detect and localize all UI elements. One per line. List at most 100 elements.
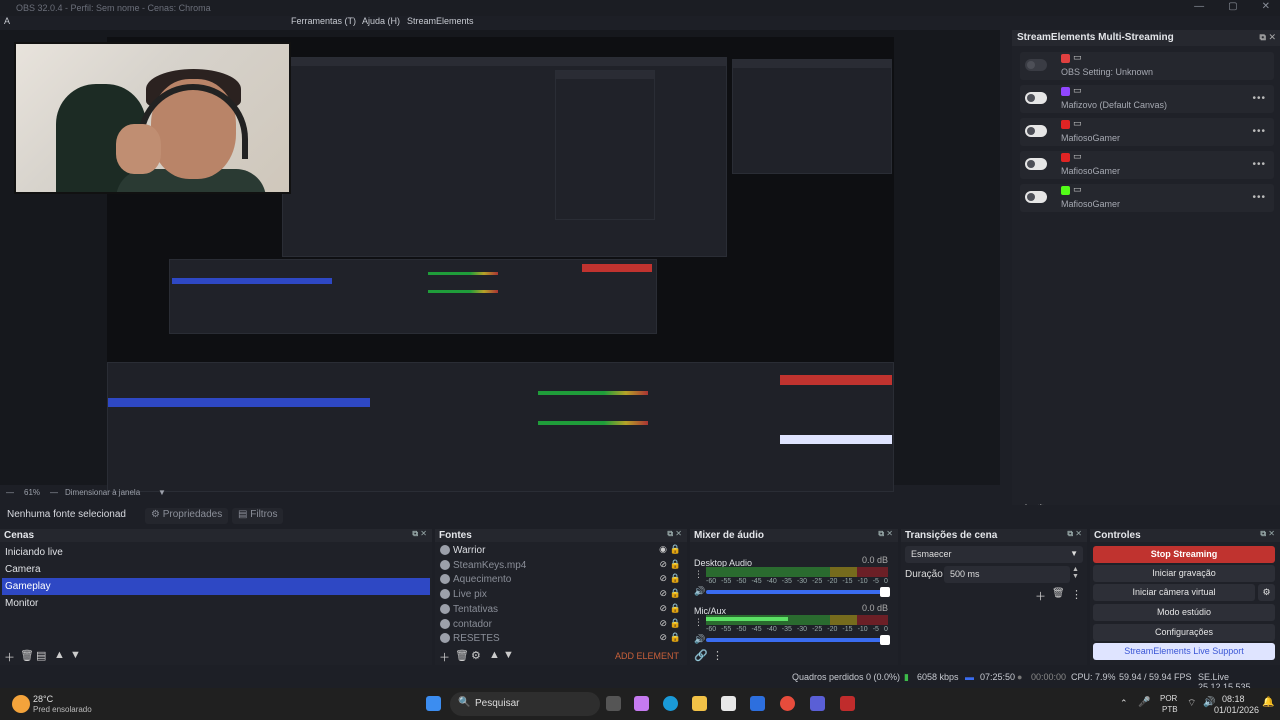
source-item[interactable]: contador ⊘ 🔒	[437, 618, 685, 632]
volume-slider[interactable]	[706, 587, 890, 597]
lock-icon[interactable]: 🔒	[670, 603, 681, 614]
add-scene-icon[interactable]: ＋	[4, 649, 15, 665]
volume-slider[interactable]	[706, 635, 890, 645]
more-options-icon[interactable]: •••	[1252, 93, 1266, 104]
menu-streamelements[interactable]: StreamElements	[407, 16, 474, 26]
zoom-minus-icon[interactable]: —	[6, 488, 14, 497]
source-item[interactable]: Aquecimento ⊘ 🔒	[437, 573, 685, 587]
more-options-icon[interactable]: •••	[1252, 126, 1266, 137]
eye-slash-icon[interactable]: ⊘	[659, 559, 667, 570]
file-explorer-icon[interactable]	[692, 696, 707, 711]
more-options-icon[interactable]: •••	[1252, 192, 1266, 203]
channel-menu-icon[interactable]: ⋮	[694, 569, 703, 580]
mic-icon[interactable]: 🎤	[1138, 697, 1150, 708]
scene-item[interactable]: Gameplay	[2, 578, 430, 595]
duration-input[interactable]: 500 ms	[944, 566, 1070, 583]
transition-select[interactable]: Esmaecer ▼	[905, 546, 1083, 563]
move-down-icon[interactable]: ▼	[70, 649, 81, 661]
mixer-link-icon[interactable]: 🔗	[694, 649, 708, 662]
source-settings-icon[interactable]: ⚙	[471, 649, 481, 662]
stream-toggle[interactable]	[1025, 59, 1047, 71]
add-element-button[interactable]: ADD ELEMENT	[615, 651, 679, 661]
clock-date[interactable]: 01/01/2026	[1214, 705, 1259, 715]
scene-item[interactable]: Camera	[2, 561, 430, 578]
stream-toggle[interactable]	[1025, 125, 1047, 137]
taskbar-search[interactable]: 🔍 Pesquisar	[450, 692, 600, 716]
scene-filters-icon[interactable]: ▤	[36, 649, 46, 662]
menu-help[interactable]: Ajuda (H)	[362, 16, 400, 26]
lock-icon[interactable]: 🔒	[670, 632, 681, 643]
add-source-icon[interactable]: ＋	[439, 649, 450, 665]
menu-a[interactable]: A	[4, 16, 10, 26]
move-down-icon[interactable]: ▼	[503, 649, 514, 661]
stream-toggle[interactable]	[1025, 191, 1047, 203]
more-options-icon[interactable]: •••	[1252, 159, 1266, 170]
copilot-icon[interactable]	[634, 696, 649, 711]
clock-time[interactable]: 08:18	[1222, 694, 1245, 704]
eye-slash-icon[interactable]: ⊘	[659, 573, 667, 584]
eye-slash-icon[interactable]: ⊘	[659, 618, 667, 629]
weather-icon[interactable]	[12, 695, 30, 713]
obs-icon[interactable]	[840, 696, 855, 711]
live-support-button[interactable]: StreamElements Live Support	[1093, 643, 1275, 660]
scene-item[interactable]: Iniciando live	[2, 544, 430, 561]
mail-icon[interactable]	[750, 696, 765, 711]
studio-mode-button[interactable]: Modo estúdio	[1093, 604, 1275, 621]
speaker-icon[interactable]: 🔊	[694, 586, 705, 597]
remove-scene-icon[interactable]: 🗑	[20, 649, 34, 662]
multistream-item[interactable]: ▭ MafiosoGamer •••	[1020, 151, 1274, 179]
multistream-item[interactable]: ▭ MafiosoGamer •••	[1020, 184, 1274, 212]
tray-chevron-icon[interactable]: ⌃	[1120, 698, 1128, 709]
remove-transition-icon[interactable]: 🗑	[1052, 588, 1065, 599]
chevron-down-icon[interactable]: ▼	[158, 488, 166, 497]
teams-icon[interactable]	[810, 696, 825, 711]
chrome-icon[interactable]	[780, 696, 795, 711]
channel-menu-icon[interactable]: ⋮	[694, 617, 703, 628]
properties-button[interactable]: ⚙ Propriedades	[145, 508, 229, 524]
multistream-item[interactable]: ▭ Mafizovo (Default Canvas) •••	[1020, 85, 1274, 113]
scene-item[interactable]: Monitor	[2, 595, 430, 612]
transition-menu-icon[interactable]: ⋮	[1071, 588, 1082, 601]
lock-icon[interactable]: 🔒	[670, 559, 681, 570]
windows-start-icon[interactable]	[426, 696, 441, 711]
source-item[interactable]: Live pix ⊘ 🔒	[437, 588, 685, 602]
source-item[interactable]: RESETES ⊘ 🔒	[437, 632, 685, 646]
language-1[interactable]: POR	[1160, 694, 1177, 703]
duration-stepper-icon[interactable]: ▲ ▼	[1072, 566, 1079, 580]
add-transition-icon[interactable]: ＋	[1035, 588, 1046, 604]
mixer-menu-icon[interactable]: ⋮	[712, 649, 723, 662]
lock-icon[interactable]: 🔒	[670, 618, 681, 629]
move-up-icon[interactable]: ▲	[54, 649, 65, 661]
lock-icon[interactable]: 🔒	[670, 573, 681, 584]
remove-source-icon[interactable]: 🗑	[455, 649, 469, 662]
stop-streaming-button[interactable]: Stop Streaming	[1093, 546, 1275, 563]
edge-icon[interactable]	[663, 696, 678, 711]
source-item[interactable]: SteamKeys.mp4 ⊘ 🔒	[437, 559, 685, 573]
source-item[interactable]: Warrior ◉ 🔒	[437, 544, 685, 558]
language-2[interactable]: PTB	[1162, 705, 1178, 714]
notification-icon[interactable]: 🔔	[1262, 697, 1274, 708]
multistream-item[interactable]: ▭ MafiosoGamer •••	[1020, 118, 1274, 146]
minimize-icon[interactable]: —	[1194, 1, 1204, 12]
eye-slash-icon[interactable]: ⊘	[659, 603, 667, 614]
stream-toggle[interactable]	[1025, 158, 1047, 170]
virtual-camera-button[interactable]: Iniciar câmera virtual	[1093, 584, 1255, 601]
multistream-item[interactable]: ▭ OBS Setting: Unknown	[1020, 52, 1274, 80]
move-up-icon[interactable]: ▲	[489, 649, 500, 661]
stream-toggle[interactable]	[1025, 92, 1047, 104]
filters-button[interactable]: ▤ Filtros	[232, 508, 284, 524]
lock-icon[interactable]: 🔒	[670, 544, 681, 555]
maximize-icon[interactable]: ▢	[1228, 1, 1237, 12]
task-view-icon[interactable]	[606, 696, 621, 711]
eye-icon[interactable]: ◉	[659, 544, 667, 555]
preview-area[interactable]	[0, 30, 1000, 492]
resize-dropdown[interactable]: Dimensionar à janela	[65, 488, 140, 497]
store-icon[interactable]	[721, 696, 736, 711]
menu-tools[interactable]: Ferramentas (T)	[291, 16, 356, 26]
source-item[interactable]: Tentativas ⊘ 🔒	[437, 603, 685, 617]
eye-slash-icon[interactable]: ⊘	[659, 588, 667, 599]
wifi-icon[interactable]: ⌔	[1187, 697, 1196, 710]
close-icon[interactable]: ✕	[1262, 1, 1270, 12]
lock-icon[interactable]: 🔒	[670, 588, 681, 599]
settings-button[interactable]: Configurações	[1093, 624, 1275, 641]
